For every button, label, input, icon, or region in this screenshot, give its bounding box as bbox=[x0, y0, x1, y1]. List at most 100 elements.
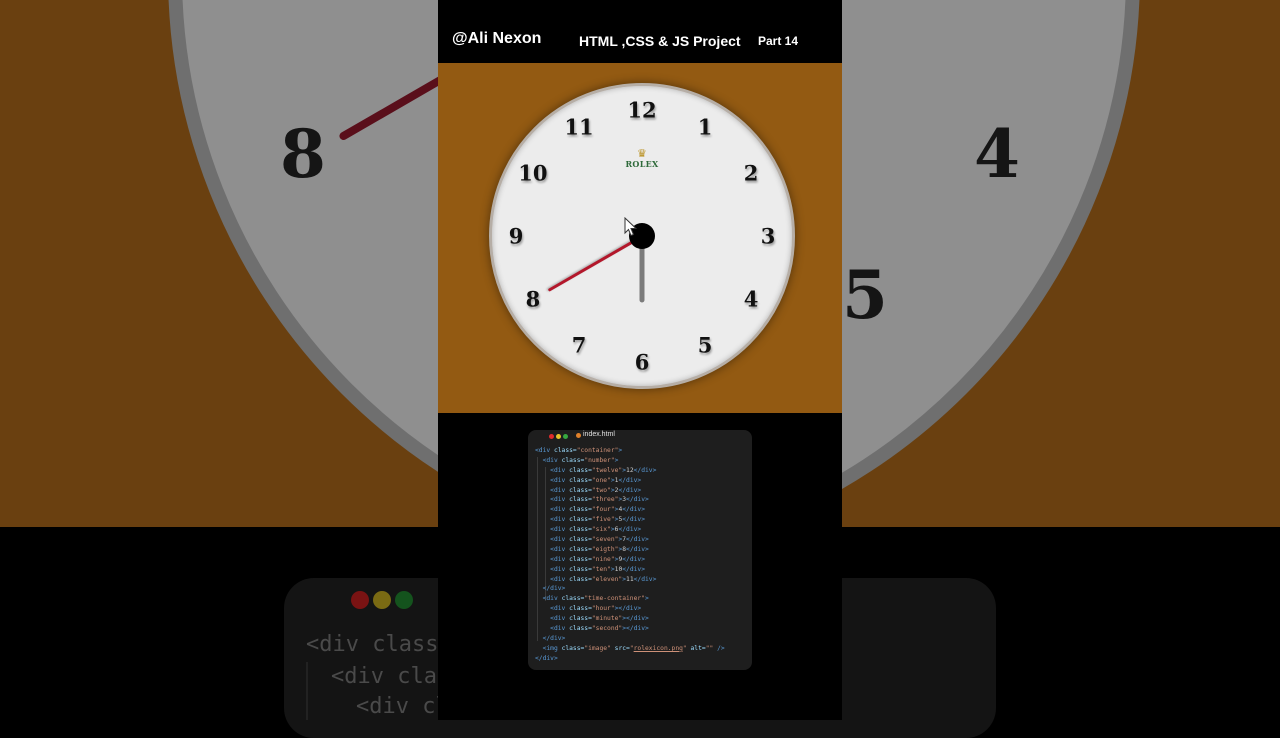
code-token: class= bbox=[569, 625, 592, 633]
code-line: <div class="number"> bbox=[535, 456, 725, 466]
code-token: </div> bbox=[626, 536, 649, 544]
clock-number-9: 9 bbox=[508, 223, 524, 249]
background-yellow-dot bbox=[373, 591, 391, 609]
code-token: class= bbox=[569, 466, 592, 474]
video-panel: @Ali Nexon HTML ,CSS & JS Project Part 1… bbox=[438, 0, 842, 720]
code-token: "eleven" bbox=[591, 575, 623, 583]
code-token: alt= bbox=[686, 644, 706, 652]
clock-number-11: 11 bbox=[564, 114, 594, 140]
clock-number-5: 5 bbox=[697, 332, 713, 358]
clock-stage: ♛ ROLEX 12 1 2 3 4 5 6 7 8 9 10 11 bbox=[438, 63, 842, 413]
clock-number-12: 12 bbox=[627, 97, 657, 123]
code-token: "two" bbox=[591, 486, 611, 494]
code-line: <div class="hour"></div> bbox=[535, 604, 725, 614]
code-line: <div class="container"> bbox=[535, 446, 725, 456]
code-line: <div class="four">4</div> bbox=[535, 505, 725, 515]
html-file-icon bbox=[576, 433, 581, 438]
background-code-line: <div cl bbox=[356, 694, 449, 719]
code-line: <div class="twelve">12</div> bbox=[535, 466, 725, 476]
background-red-dot bbox=[351, 591, 369, 609]
code-token: </div> bbox=[626, 496, 649, 504]
code-line: <div class="one">1</div> bbox=[535, 476, 725, 486]
code-token: <div bbox=[542, 456, 562, 464]
background-number-8: 8 bbox=[280, 115, 326, 193]
code-token: "second" bbox=[591, 625, 623, 633]
code-token: rolexicon.png bbox=[633, 644, 683, 652]
clock-number-4: 4 bbox=[743, 286, 759, 312]
code-token: "time-container" bbox=[584, 595, 645, 603]
window-maximize-dot[interactable] bbox=[563, 434, 568, 439]
logo-text: ROLEX bbox=[625, 159, 659, 169]
code-line: <div class="time-container"> bbox=[535, 594, 725, 604]
code-token: </div> bbox=[542, 585, 566, 593]
code-token: class= bbox=[569, 575, 592, 583]
code-token: class= bbox=[569, 605, 592, 613]
code-token: class= bbox=[569, 516, 592, 524]
code-token: class= bbox=[569, 496, 592, 504]
code-line: <div class="minute"></div> bbox=[535, 614, 725, 624]
code-token: "minute" bbox=[591, 615, 623, 623]
second-hand bbox=[547, 234, 643, 292]
code-token: "eigth" bbox=[591, 545, 619, 553]
code-token: > bbox=[644, 595, 649, 603]
code-token: class= bbox=[569, 536, 592, 544]
code-token: <div bbox=[550, 565, 570, 573]
code-line: <div class="six">6</div> bbox=[535, 525, 725, 535]
code-token: <div bbox=[550, 555, 570, 563]
code-token: </div> bbox=[618, 476, 642, 484]
code-line: </div> bbox=[535, 654, 725, 664]
code-line: <div class="ten">10</div> bbox=[535, 565, 725, 575]
code-token: <div bbox=[550, 625, 570, 633]
code-token: class= bbox=[569, 506, 592, 514]
clock-number-6: 6 bbox=[634, 349, 650, 375]
code-token: <div bbox=[535, 447, 554, 454]
code-line: <div class="nine">9</div> bbox=[535, 555, 725, 565]
code-token: <div bbox=[550, 466, 570, 474]
code-token: "three" bbox=[591, 496, 619, 504]
code-token: <img bbox=[542, 644, 562, 652]
code-line: <div class="five">5</div> bbox=[535, 515, 725, 525]
mouse-cursor-icon bbox=[624, 217, 638, 237]
clock-number-7: 7 bbox=[571, 332, 587, 358]
code-token: /> bbox=[713, 644, 725, 652]
code-token: ></div> bbox=[614, 605, 642, 613]
code-token: class= bbox=[553, 447, 577, 454]
background-code-line: <div clas bbox=[331, 664, 451, 689]
code-token: </div> bbox=[618, 486, 642, 494]
code-token: class= bbox=[569, 565, 592, 573]
code-token: </div> bbox=[626, 545, 649, 553]
background-clock-face bbox=[168, 0, 438, 527]
channel-handle: @Ali Nexon bbox=[452, 30, 542, 47]
window-close-dot[interactable] bbox=[549, 434, 554, 439]
code-token: "image" bbox=[584, 644, 611, 652]
clock-face: ♛ ROLEX 12 1 2 3 4 5 6 7 8 9 10 11 bbox=[489, 83, 795, 389]
code-token: </div> bbox=[618, 526, 642, 534]
crown-icon: ♛ bbox=[637, 148, 647, 160]
code-token: <div bbox=[550, 605, 570, 613]
code-token: <div bbox=[550, 526, 570, 534]
code-token: class= bbox=[561, 595, 585, 603]
code-token: class= bbox=[569, 526, 592, 534]
window-minimize-dot[interactable] bbox=[556, 434, 561, 439]
code-line: <div class="eleven">11</div> bbox=[535, 575, 725, 585]
clock-number-2: 2 bbox=[743, 160, 759, 186]
code-token: class= bbox=[569, 555, 592, 563]
clock-number-10: 10 bbox=[518, 160, 548, 186]
code-token: "seven" bbox=[591, 536, 619, 544]
code-line: <img class="image" src="rolexicon.png" a… bbox=[535, 644, 725, 654]
code-token: ></div> bbox=[622, 625, 649, 633]
code-token: class= bbox=[569, 486, 592, 494]
filename-tab[interactable]: index.html bbox=[583, 431, 615, 438]
code-token: <div bbox=[550, 496, 570, 504]
code-token: "ten" bbox=[591, 565, 611, 573]
background-right-blur: 4 5 bbox=[842, 0, 1280, 527]
code-token: "twelve" bbox=[591, 466, 623, 474]
background-code-line: <div class= bbox=[306, 632, 452, 657]
background-indent-guide bbox=[306, 662, 308, 720]
